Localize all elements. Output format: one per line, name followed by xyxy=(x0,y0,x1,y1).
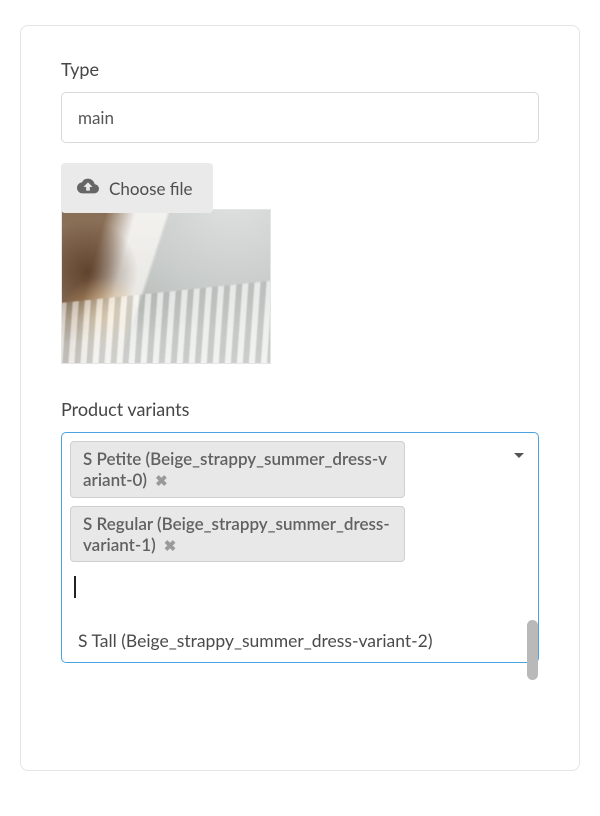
type-input[interactable] xyxy=(61,92,539,143)
remove-icon[interactable]: ✖ xyxy=(164,537,177,555)
choose-file-label: Choose file xyxy=(109,178,193,199)
caret-down-icon[interactable] xyxy=(514,453,524,458)
variant-chip-label: S Petite (Beige_strappy_summer_dress-var… xyxy=(83,448,387,490)
remove-icon[interactable]: ✖ xyxy=(155,472,168,490)
text-cursor xyxy=(74,576,76,598)
scrollbar-thumb[interactable] xyxy=(527,620,538,680)
image-preview xyxy=(61,209,271,364)
variant-chip-label: S Regular (Beige_strappy_summer_dress-va… xyxy=(83,513,390,555)
choose-file-button[interactable]: Choose file xyxy=(61,163,213,213)
variants-dropdown: S Tall (Beige_strappy_summer_dress-varia… xyxy=(62,620,538,662)
variant-option[interactable]: S Tall (Beige_strappy_summer_dress-varia… xyxy=(62,620,538,662)
variants-multiselect[interactable]: S Petite (Beige_strappy_summer_dress-var… xyxy=(61,432,539,663)
form-card: Type Choose file Product variants S Peti… xyxy=(20,25,580,771)
variant-chip: S Petite (Beige_strappy_summer_dress-var… xyxy=(70,441,405,498)
cloud-upload-icon xyxy=(77,175,99,201)
type-label: Type xyxy=(61,58,539,80)
variant-chip: S Regular (Beige_strappy_summer_dress-va… xyxy=(70,506,405,563)
variants-label: Product variants xyxy=(61,398,539,420)
product-image xyxy=(62,210,270,363)
